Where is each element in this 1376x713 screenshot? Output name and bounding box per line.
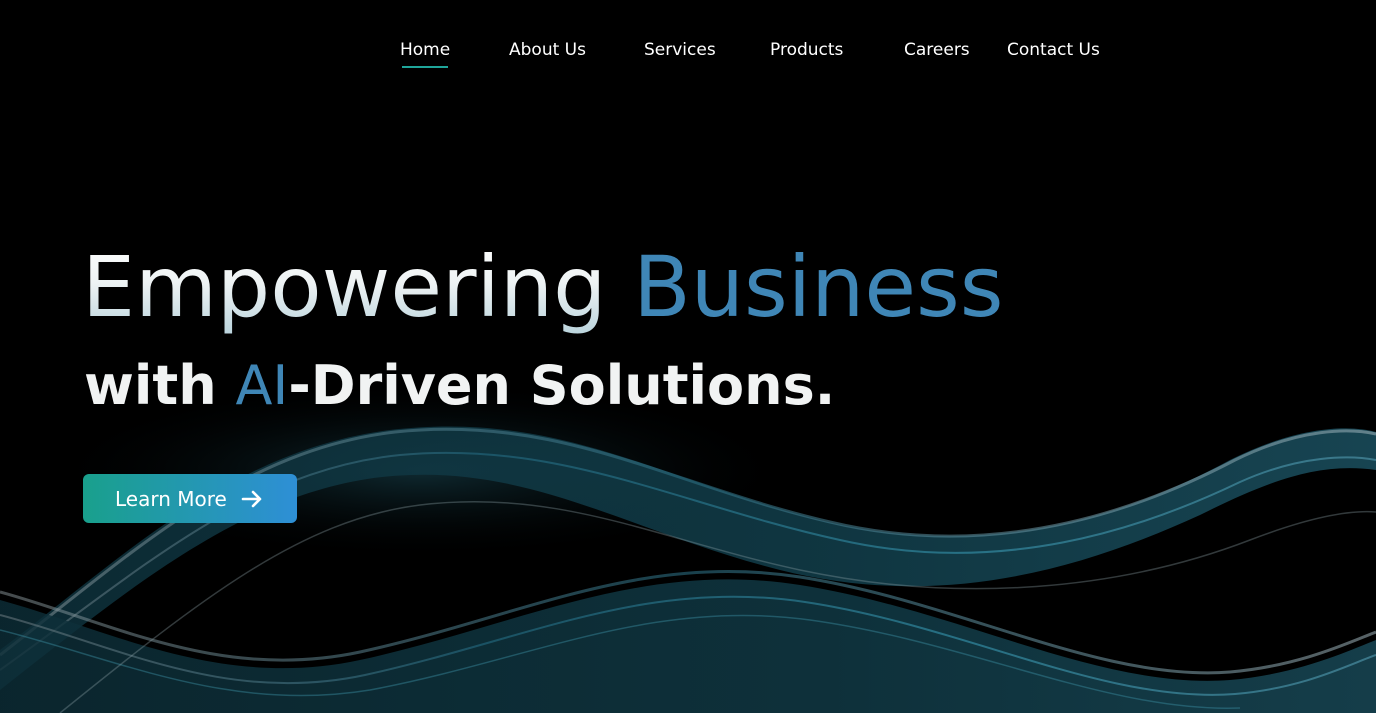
nav-item-careers[interactable]: Careers xyxy=(904,38,970,62)
hero-subtitle: with AI-Driven Solutions. xyxy=(84,350,835,422)
arrow-right-icon xyxy=(241,489,263,509)
nav-item-services[interactable]: Services xyxy=(644,38,716,62)
hero-subtitle-suffix: -Driven Solutions. xyxy=(288,354,836,417)
main-nav: Home About Us Services Products Careers … xyxy=(0,38,1376,70)
hero-subtitle-highlight: AI xyxy=(235,354,289,417)
nav-item-products[interactable]: Products xyxy=(770,38,843,62)
learn-more-button[interactable]: Learn More xyxy=(83,474,297,523)
hero-title-part1: Empowering xyxy=(82,238,607,336)
hero-title-part2: Business xyxy=(633,238,1004,336)
hero-subtitle-prefix: with xyxy=(84,354,236,417)
hero-title: Empowering Business xyxy=(82,232,1004,342)
nav-item-about-us[interactable]: About Us xyxy=(509,38,586,62)
nav-item-contact-us[interactable]: Contact Us xyxy=(1007,38,1100,62)
nav-item-home[interactable]: Home xyxy=(400,38,450,68)
landing-page: Home About Us Services Products Careers … xyxy=(0,0,1376,713)
learn-more-label: Learn More xyxy=(115,486,227,511)
